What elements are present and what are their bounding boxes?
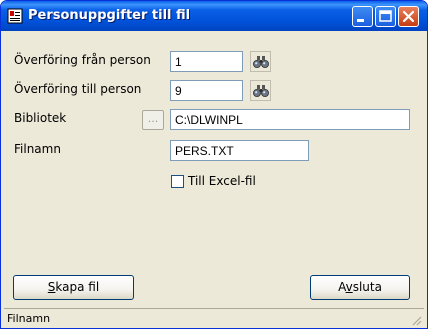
- from-person-label: Överföring från person: [14, 53, 151, 67]
- excel-checkbox-label[interactable]: Till Excel-fil: [188, 174, 256, 188]
- filename-input[interactable]: PERS.TXT: [170, 140, 309, 161]
- excel-checkbox[interactable]: [171, 175, 184, 188]
- binoculars-icon: [253, 85, 269, 97]
- resize-grip-icon[interactable]: [410, 314, 422, 326]
- minimize-icon: [357, 19, 364, 22]
- from-person-input[interactable]: 1: [170, 51, 243, 72]
- maximize-icon: [379, 10, 392, 22]
- library-browse-button[interactable]: ...: [142, 110, 164, 130]
- filename-label: Filnamn: [14, 142, 61, 156]
- form-area: Överföring från person 1 Överföring till…: [4, 31, 424, 307]
- title-bar[interactable]: Personuppgifter till fil: [1, 1, 427, 31]
- binoculars-icon: [253, 56, 269, 68]
- dialog-window: Personuppgifter till fil Överföring från…: [0, 0, 428, 329]
- window-title: Personuppgifter till fil: [28, 8, 191, 23]
- create-file-button[interactable]: Skapa fil: [13, 275, 134, 300]
- minimize-button[interactable]: [352, 6, 373, 27]
- status-bar: Filnamn: [4, 308, 424, 328]
- close-button[interactable]: [398, 6, 419, 27]
- to-person-input[interactable]: 9: [170, 80, 243, 101]
- library-label: Bibliotek: [14, 111, 67, 125]
- to-person-search-button[interactable]: [250, 80, 271, 101]
- library-input[interactable]: C:\DLWINPL: [170, 109, 410, 130]
- from-person-search-button[interactable]: [250, 51, 271, 72]
- status-text: Filnamn: [7, 312, 51, 325]
- to-person-label: Överföring till person: [14, 82, 142, 96]
- exit-button[interactable]: Avsluta: [310, 275, 410, 300]
- app-icon: [7, 8, 23, 24]
- close-icon: [402, 10, 415, 23]
- maximize-button[interactable]: [375, 6, 396, 27]
